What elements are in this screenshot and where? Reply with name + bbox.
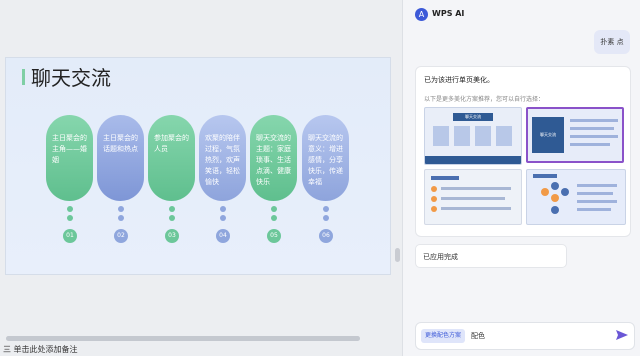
topic-card-text: 主日聚会的话题和热点 xyxy=(103,134,138,153)
thumb-hex xyxy=(551,182,559,190)
thumb-title: 聊天交流 xyxy=(532,117,564,153)
slide-title[interactable]: 聊天交流 xyxy=(31,62,111,91)
connector-dot xyxy=(220,215,226,221)
design-option-1[interactable]: 聊天交流 xyxy=(424,107,522,165)
title-accent-bar xyxy=(22,69,25,85)
topic-number: 03 xyxy=(165,229,179,243)
user-message: 扑素 点 xyxy=(594,30,630,54)
thumb-line xyxy=(570,135,618,138)
thumb-dot xyxy=(431,196,437,202)
design-option-2[interactable]: 聊天交流 xyxy=(526,107,624,163)
send-icon[interactable] xyxy=(615,328,629,342)
thumb-hex xyxy=(561,188,569,196)
topic-card-text: 聊天交流的意义：增进感情，分享快乐，传递幸福 xyxy=(308,134,343,186)
design-option-3[interactable] xyxy=(424,169,522,225)
thumb-footer xyxy=(425,156,521,164)
vertical-scrollbar[interactable] xyxy=(395,248,400,262)
ai-reply-card: 已为该进行单页美化。 以下是更多美化方案推荐，您可以自行选择： 聊天交流 聊天交… xyxy=(415,66,631,237)
topic-card-text: 聊天交流的主题：家庭琐事、生活点滴、健康快乐 xyxy=(256,134,291,186)
panel-title: WPS AI xyxy=(432,9,465,18)
change-color-scheme-chip[interactable]: 更换配色方案 xyxy=(421,329,466,343)
connector-dot xyxy=(67,206,73,212)
thumb-hex xyxy=(551,206,559,214)
thumb-dot xyxy=(431,206,437,212)
thumb-block xyxy=(496,126,512,146)
connector-dot xyxy=(169,215,175,221)
connector-dot xyxy=(67,215,73,221)
thumb-line xyxy=(533,174,557,178)
topic-number: 04 xyxy=(216,229,230,243)
thumb-line xyxy=(577,208,611,211)
ai-reply-title: 已为该进行单页美化。 xyxy=(424,76,494,84)
topic-card-4[interactable]: 欢聚的陪伴过程，气氛热烈，欢声笑语，轻松愉快 xyxy=(199,115,246,201)
thumb-line xyxy=(577,184,617,187)
thumb-line xyxy=(431,176,459,180)
thumb-hex xyxy=(551,194,559,202)
connector-dot xyxy=(271,215,277,221)
thumb-block xyxy=(433,126,449,146)
ai-input-field[interactable]: 配色 xyxy=(471,329,485,343)
topic-card-6[interactable]: 聊天交流的意义：增进感情，分享快乐，传递幸福 xyxy=(302,115,349,201)
notes-placeholder[interactable]: 三 单击此处添加备注 xyxy=(3,344,78,355)
thumb-line xyxy=(577,192,613,195)
ai-reply-subtitle: 以下是更多美化方案推荐，您可以自行选择： xyxy=(424,96,545,103)
thumb-line xyxy=(441,187,511,190)
thumb-line xyxy=(570,127,614,130)
thumb-block xyxy=(454,126,470,146)
horizontal-scroll-thumb[interactable] xyxy=(6,336,360,341)
topic-card-text: 主日聚会的主角——婚姻 xyxy=(52,134,87,164)
topic-number: 05 xyxy=(267,229,281,243)
topic-card-2[interactable]: 主日聚会的话题和热点 xyxy=(97,115,144,201)
applied-status-message: 已应用完成 xyxy=(415,244,567,268)
wps-ai-panel: A WPS AI 扑素 点 已为该进行单页美化。 以下是更多美化方案推荐，您可以… xyxy=(402,0,640,356)
topic-card-3[interactable]: 参加聚会的人员 xyxy=(148,115,195,201)
thumb-dot xyxy=(431,186,437,192)
ai-input-bar[interactable]: 更换配色方案 配色 xyxy=(415,322,635,350)
connector-dot xyxy=(118,206,124,212)
topic-card-text: 参加聚会的人员 xyxy=(154,134,189,153)
topic-card-1[interactable]: 主日聚会的主角——婚姻 xyxy=(46,115,93,201)
connector-dot xyxy=(118,215,124,221)
connector-dot xyxy=(271,206,277,212)
horizontal-scrollbar[interactable] xyxy=(6,336,360,341)
thumb-line xyxy=(577,200,617,203)
connector-dot xyxy=(323,206,329,212)
thumb-line xyxy=(441,197,505,200)
connector-dot xyxy=(323,215,329,221)
topic-number: 02 xyxy=(114,229,128,243)
thumb-line xyxy=(441,207,511,210)
thumb-hex xyxy=(541,188,549,196)
topic-number: 06 xyxy=(319,229,333,243)
thumb-title: 聊天交流 xyxy=(453,113,493,121)
topic-number: 01 xyxy=(63,229,77,243)
editor-area: 聊天交流 主日聚会的主角——婚姻 01 主日聚会的话题和热点 02 参加聚会的人… xyxy=(0,0,402,356)
topic-card-text: 欢聚的陪伴过程，气氛热烈，欢声笑语，轻松愉快 xyxy=(205,134,240,186)
topic-card-5[interactable]: 聊天交流的主题：家庭琐事、生活点滴、健康快乐 xyxy=(250,115,297,201)
thumb-block xyxy=(475,126,491,146)
design-option-4[interactable] xyxy=(526,169,626,225)
wps-ai-logo-icon: A xyxy=(415,8,428,21)
connector-dot xyxy=(169,206,175,212)
thumb-line xyxy=(570,119,618,122)
thumb-line xyxy=(570,143,610,146)
slide[interactable]: 聊天交流 主日聚会的主角——婚姻 01 主日聚会的话题和热点 02 参加聚会的人… xyxy=(5,57,391,275)
connector-dot xyxy=(220,206,226,212)
